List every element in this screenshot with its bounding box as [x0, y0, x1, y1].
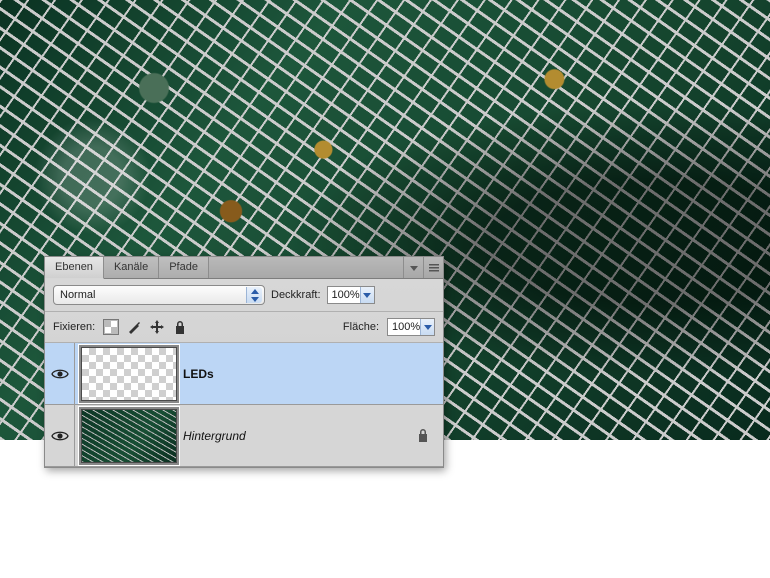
- lock-all-icon[interactable]: [172, 319, 188, 335]
- fill-label: Fläche:: [343, 321, 379, 333]
- layer-name[interactable]: Hintergrund: [183, 429, 246, 443]
- layer-thumbnail[interactable]: [81, 347, 177, 401]
- blend-opacity-row: Normal Deckkraft: 100%: [45, 279, 443, 312]
- eye-icon: [51, 368, 69, 380]
- lock-label: Fixieren:: [53, 321, 95, 333]
- blend-mode-select[interactable]: Normal: [53, 285, 265, 305]
- lock-pixels-icon[interactable]: [126, 319, 142, 335]
- lock-position-icon[interactable]: [149, 319, 165, 335]
- lock-icons: [103, 319, 188, 335]
- blend-mode-stepper[interactable]: [246, 287, 262, 303]
- fill-dropdown-button[interactable]: [420, 319, 434, 335]
- opacity-input[interactable]: 100%: [327, 286, 375, 304]
- layer-row[interactable]: Hintergrund: [45, 405, 443, 467]
- collapse-panel-button[interactable]: [403, 257, 423, 278]
- chevron-down-icon: [363, 293, 371, 298]
- chevron-down-icon: [251, 297, 259, 302]
- tab-channels[interactable]: Kanäle: [104, 257, 159, 278]
- chevron-down-icon: [424, 325, 432, 330]
- layers-panel: Ebenen Kanäle Pfade Normal Deckkraf: [44, 256, 444, 468]
- layer-name[interactable]: LEDs: [183, 367, 214, 381]
- visibility-toggle[interactable]: [45, 405, 75, 466]
- layers-list: LEDs Hintergrund: [45, 343, 443, 467]
- opacity-dropdown-button[interactable]: [360, 287, 374, 303]
- tab-paths[interactable]: Pfade: [159, 257, 209, 278]
- lock-row: Fixieren: Fläche: 100%: [45, 312, 443, 343]
- lock-icon: [417, 429, 429, 442]
- fill-input[interactable]: 100%: [387, 318, 435, 336]
- eye-icon: [51, 430, 69, 442]
- panel-tabs: Ebenen Kanäle Pfade: [45, 257, 443, 279]
- tab-layers[interactable]: Ebenen: [45, 257, 104, 279]
- panel-menu-button[interactable]: [423, 257, 443, 278]
- blend-mode-value: Normal: [60, 289, 95, 301]
- visibility-toggle[interactable]: [45, 343, 75, 404]
- lock-transparency-icon[interactable]: [103, 319, 119, 335]
- layer-thumbnail[interactable]: [81, 409, 177, 463]
- opacity-value: 100%: [332, 289, 360, 301]
- fill-value: 100%: [392, 321, 420, 333]
- chevron-up-icon: [251, 289, 259, 294]
- opacity-label: Deckkraft:: [271, 289, 321, 301]
- layer-row[interactable]: LEDs: [45, 343, 443, 405]
